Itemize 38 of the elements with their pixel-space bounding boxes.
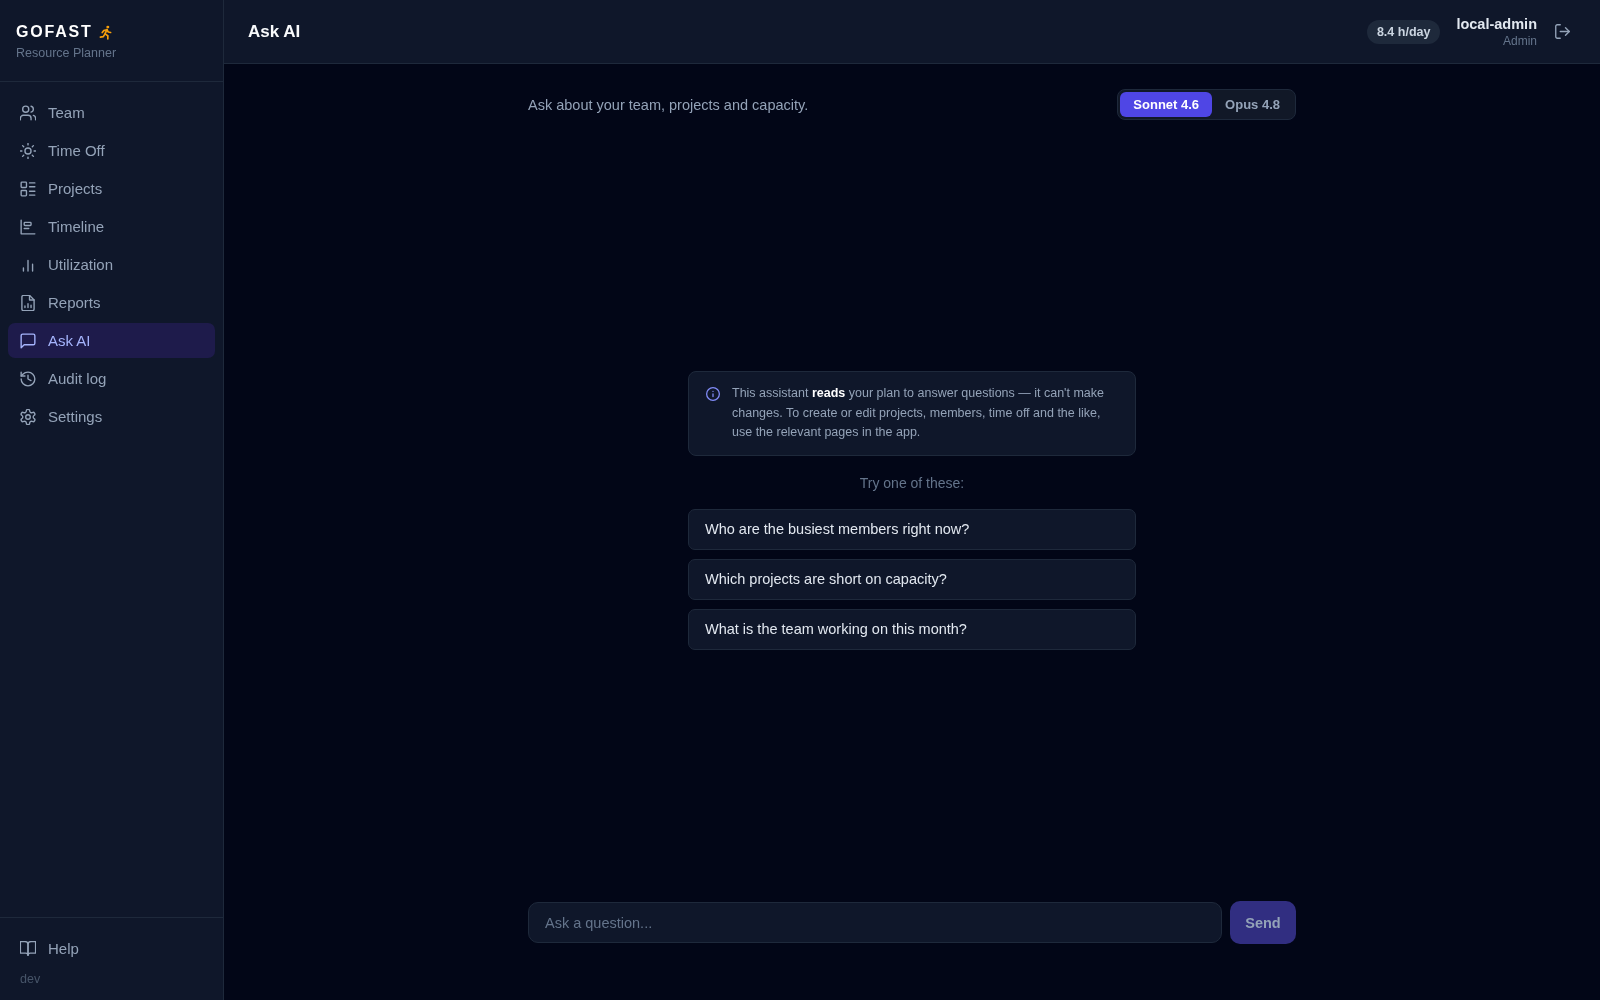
chat-bubble-icon <box>20 332 36 349</box>
model-option[interactable]: Opus 4.8 <box>1212 92 1293 117</box>
user-role: Admin <box>1503 33 1537 48</box>
user-name: local-admin <box>1456 15 1537 32</box>
settings-icon <box>20 408 36 425</box>
nav-item[interactable]: Timeline <box>8 209 215 244</box>
logout-icon <box>1555 24 1570 39</box>
book-icon <box>20 941 36 956</box>
page-title: Ask AI <box>248 21 301 42</box>
version-label: dev <box>19 971 42 986</box>
suggestion-button[interactable]: Which projects are short on capacity? <box>688 558 1136 600</box>
list-icon <box>20 180 36 197</box>
nav-item[interactable]: Audit log <box>8 361 215 396</box>
nav-item[interactable]: Projects <box>8 171 215 206</box>
nav-item[interactable]: Team <box>8 95 215 130</box>
nav-item[interactable]: Settings <box>8 399 215 434</box>
brand-subtitle: Resource Planner <box>16 46 118 60</box>
intro-text: Ask about your team, projects and capacity. <box>528 96 809 113</box>
brand-name: GOFAST <box>16 23 93 41</box>
suggestions-heading: Try one of these: <box>859 473 965 493</box>
nav-item[interactable]: Help <box>8 931 215 966</box>
suggestion-button[interactable]: Who are the busiest members right now? <box>688 508 1136 550</box>
suggestion-button[interactable]: What is the team working on this month? <box>688 608 1136 650</box>
info-icon <box>706 387 720 402</box>
notice-text: This assistant reads your plan to answer questions — it can't make changes. To create or edit projects, members, time off and the like, use the relevant pages in the app. <box>732 385 1105 442</box>
capacity-badge: 8.4 h/day <box>1366 19 1441 44</box>
nav-item[interactable]: Ask AI <box>8 323 215 358</box>
history-icon <box>20 370 36 387</box>
file-chart-icon <box>20 294 36 311</box>
model-option[interactable]: Sonnet 4.6 <box>1120 92 1213 117</box>
nav-item[interactable]: Reports <box>8 285 215 320</box>
gantt-chart-icon <box>20 218 36 235</box>
users-icon <box>20 104 36 121</box>
question-input[interactable]: Ask a question... <box>528 902 1222 943</box>
runner-icon <box>98 24 112 40</box>
sun-icon <box>20 142 36 159</box>
nav-item[interactable]: Time Off <box>8 133 215 168</box>
nav-item[interactable]: Utilization <box>8 247 215 282</box>
